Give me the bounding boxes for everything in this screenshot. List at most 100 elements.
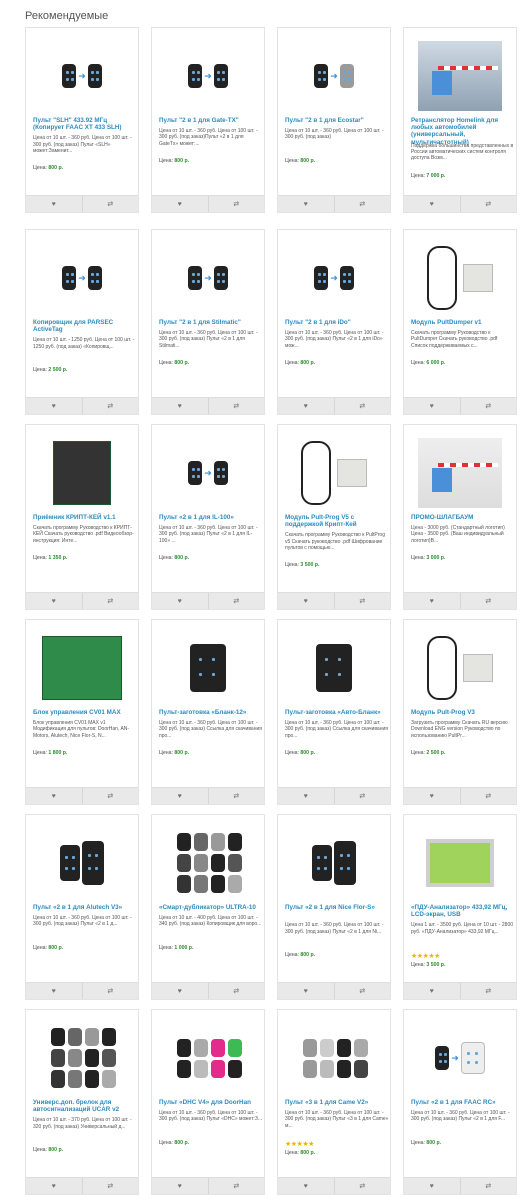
product-image[interactable]: ➜ — [160, 34, 256, 118]
product-image[interactable]: ➜ — [412, 1016, 508, 1100]
product-card[interactable]: Пульт «3 в 1 для Came V2» Цена от 10 шт. … — [277, 1009, 391, 1195]
product-image[interactable] — [286, 626, 382, 710]
wishlist-button[interactable]: ♥ — [26, 788, 83, 804]
compare-button[interactable]: ⇄ — [209, 788, 265, 804]
compare-button[interactable]: ⇄ — [83, 196, 139, 212]
product-card[interactable]: ➜ Пульт «2 в 1 для IL-100» Цена от 10 шт. … — [151, 424, 265, 610]
wishlist-button[interactable]: ♥ — [278, 196, 335, 212]
product-title-link[interactable]: «Смарт-дубликатор» ULTRA-10 — [159, 904, 263, 911]
product-title-link[interactable]: Модуль Pult-Prog V5 с поддержкой Крипт-К… — [285, 514, 389, 528]
wishlist-button[interactable]: ♥ — [26, 983, 83, 999]
product-title-link[interactable]: Пульт «2 в 1 для Alutech V3» — [33, 904, 137, 911]
product-card[interactable]: ➜ Пульт "2 в 1 для Stilmatic" Цена от 10 ш… — [151, 229, 265, 415]
compare-button[interactable]: ⇄ — [209, 1178, 265, 1194]
product-card[interactable]: ➜ Пульт «2 в 1 для FAAC RC» Цена от 10 шт.… — [403, 1009, 517, 1195]
product-image[interactable]: ➜ — [160, 236, 256, 320]
product-image[interactable] — [412, 236, 508, 320]
wishlist-button[interactable]: ♥ — [152, 1178, 209, 1194]
product-image[interactable] — [160, 626, 256, 710]
product-card[interactable]: ПРОМО-ШЛАГБАУМ Цена - 3000 руб. (Стандарт… — [403, 424, 517, 610]
product-title-link[interactable]: Пульт "2 в 1 для Ecostar" — [285, 117, 389, 124]
compare-button[interactable]: ⇄ — [209, 593, 265, 609]
wishlist-button[interactable]: ♥ — [278, 1178, 335, 1194]
product-title-link[interactable]: Пульт «3 в 1 для Came V2» — [285, 1099, 389, 1106]
product-image[interactable]: ➜ — [286, 34, 382, 118]
product-title-link[interactable]: Пульт "2 в 1 для Gate-TX" — [159, 117, 263, 124]
product-title-link[interactable]: Пульт "2 в 1 для iDo" — [285, 319, 389, 326]
product-title-link[interactable]: Пульт "2 в 1 для Stilmatic" — [159, 319, 263, 326]
product-image[interactable] — [160, 821, 256, 905]
compare-button[interactable]: ⇄ — [461, 1178, 517, 1194]
product-image[interactable]: ➜ — [160, 431, 256, 515]
product-title-link[interactable]: Пульт «DHC V4» для DoorHan — [159, 1099, 263, 1106]
product-title-link[interactable]: Универс.доп. брелок для автосигнализаций… — [33, 1099, 137, 1113]
product-image[interactable] — [286, 1016, 382, 1100]
compare-button[interactable]: ⇄ — [461, 983, 517, 999]
product-title-link[interactable]: Пульт-заготовка «Авто-Бланк» — [285, 709, 389, 716]
product-image[interactable] — [34, 626, 130, 710]
compare-button[interactable]: ⇄ — [335, 196, 391, 212]
wishlist-button[interactable]: ♥ — [152, 593, 209, 609]
compare-button[interactable]: ⇄ — [461, 593, 517, 609]
product-title-link[interactable]: Модуль PultDumper v1 — [411, 319, 515, 326]
product-image[interactable] — [34, 821, 130, 905]
product-card[interactable]: Пульт «2 в 1 для Alutech V3» Цена от 10 ш… — [25, 814, 139, 1000]
wishlist-button[interactable]: ♥ — [152, 788, 209, 804]
wishlist-button[interactable]: ♥ — [278, 788, 335, 804]
wishlist-button[interactable]: ♥ — [278, 398, 335, 414]
product-image[interactable] — [412, 821, 508, 905]
product-card[interactable]: Пульт-заготовка «Бланк-12» Цена от 10 шт.… — [151, 619, 265, 805]
compare-button[interactable]: ⇄ — [83, 788, 139, 804]
wishlist-button[interactable]: ♥ — [278, 983, 335, 999]
product-title-link[interactable]: «ПДУ-Анализатор» 433,92 МГц, LCD-экран, … — [411, 904, 515, 918]
compare-button[interactable]: ⇄ — [335, 593, 391, 609]
compare-button[interactable]: ⇄ — [335, 1178, 391, 1194]
product-title-link[interactable]: Пульт-заготовка «Бланк-12» — [159, 709, 263, 716]
compare-button[interactable]: ⇄ — [461, 196, 517, 212]
product-title-link[interactable]: Блок управления CV01 MAX — [33, 709, 137, 716]
compare-button[interactable]: ⇄ — [209, 398, 265, 414]
wishlist-button[interactable]: ♥ — [152, 398, 209, 414]
product-card[interactable]: Модуль PultDumper v1 Скачать программу Ру… — [403, 229, 517, 415]
wishlist-button[interactable]: ♥ — [404, 1178, 461, 1194]
product-image[interactable]: ➜ — [286, 236, 382, 320]
compare-button[interactable]: ⇄ — [461, 398, 517, 414]
product-image[interactable] — [34, 431, 130, 515]
compare-button[interactable]: ⇄ — [335, 398, 391, 414]
wishlist-button[interactable]: ♥ — [152, 983, 209, 999]
wishlist-button[interactable]: ♥ — [404, 196, 461, 212]
product-card[interactable]: ➜ Пульт "SLH" 433.92 МГц (Копирует FAAC X… — [25, 27, 139, 213]
product-image[interactable]: ➜ — [34, 34, 130, 118]
compare-button[interactable]: ⇄ — [209, 983, 265, 999]
wishlist-button[interactable]: ♥ — [26, 1178, 83, 1194]
product-title-link[interactable]: Пульт "SLH" 433.92 МГц (Копирует FAAC XT… — [33, 117, 137, 131]
product-image[interactable] — [412, 431, 508, 515]
product-title-link[interactable]: Пульт «2 в 1 для FAAC RC» — [411, 1099, 515, 1106]
product-title-link[interactable]: Модуль Pult-Prog V3 — [411, 709, 515, 716]
product-title-link[interactable]: Пульт «2 в 1 для IL-100» — [159, 514, 263, 521]
wishlist-button[interactable]: ♥ — [404, 788, 461, 804]
wishlist-button[interactable]: ♥ — [404, 398, 461, 414]
product-card[interactable]: Блок управления CV01 MAX Блок управления … — [25, 619, 139, 805]
compare-button[interactable]: ⇄ — [461, 788, 517, 804]
wishlist-button[interactable]: ♥ — [278, 593, 335, 609]
product-image[interactable] — [412, 626, 508, 710]
compare-button[interactable]: ⇄ — [335, 983, 391, 999]
compare-button[interactable]: ⇄ — [83, 983, 139, 999]
product-image[interactable] — [160, 1016, 256, 1100]
wishlist-button[interactable]: ♥ — [26, 196, 83, 212]
product-title-link[interactable]: Ретранслятор Homelink для любых автомоби… — [411, 117, 515, 146]
product-card[interactable]: «Смарт-дубликатор» ULTRA-10 Цена от 10 шт… — [151, 814, 265, 1000]
product-image[interactable] — [412, 34, 508, 118]
product-card[interactable]: Приёмник КРИПТ-КЕЙ v1.1 Скачать программу… — [25, 424, 139, 610]
product-title-link[interactable]: Приёмник КРИПТ-КЕЙ v1.1 — [33, 514, 137, 521]
wishlist-button[interactable]: ♥ — [404, 593, 461, 609]
compare-button[interactable]: ⇄ — [83, 398, 139, 414]
product-card[interactable]: Универс.доп. брелок для автосигнализаций… — [25, 1009, 139, 1195]
product-title-link[interactable]: ПРОМО-ШЛАГБАУМ — [411, 514, 515, 521]
product-card[interactable]: ➜ Пульт "2 в 1 для Gate-TX" Цена от 10 шт.… — [151, 27, 265, 213]
compare-button[interactable]: ⇄ — [335, 788, 391, 804]
compare-button[interactable]: ⇄ — [209, 196, 265, 212]
wishlist-button[interactable]: ♥ — [26, 593, 83, 609]
wishlist-button[interactable]: ♥ — [404, 983, 461, 999]
